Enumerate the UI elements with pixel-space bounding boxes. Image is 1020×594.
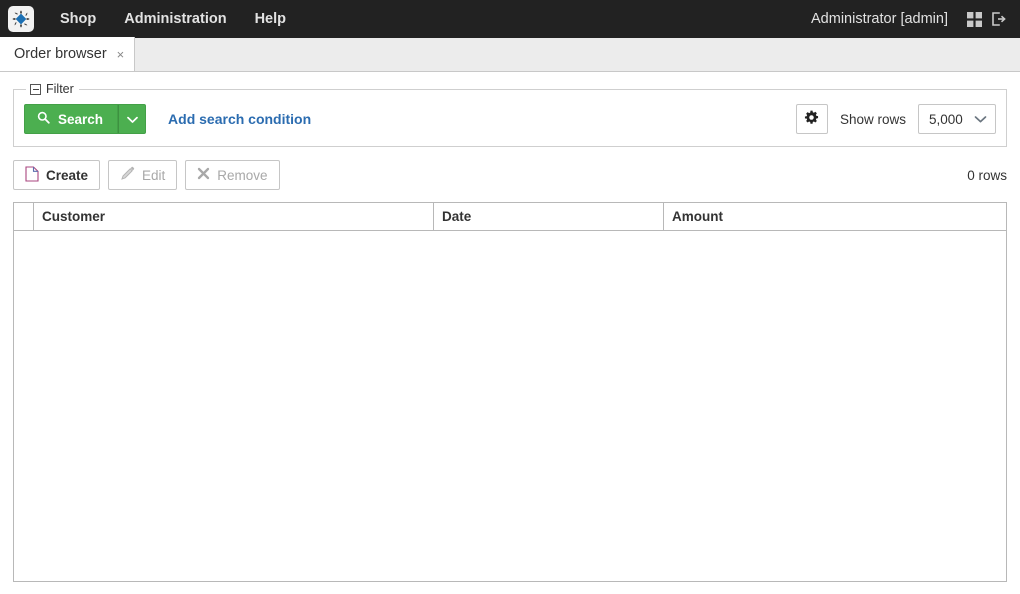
show-rows-select[interactable]: 5,000 <box>918 104 996 134</box>
search-button-label: Search <box>58 111 104 127</box>
current-user-label: Administrator [admin] <box>811 11 948 27</box>
app-logo-icon[interactable] <box>8 6 34 32</box>
tab-label: Order browser <box>14 46 107 62</box>
filter-right-controls: Show rows 5,000 <box>795 104 996 134</box>
chevron-down-icon <box>974 112 987 127</box>
orders-table: Customer Date Amount <box>13 202 1007 231</box>
edit-button[interactable]: Edit <box>108 160 178 190</box>
new-document-icon <box>25 165 39 185</box>
tab-bar: Order browser × <box>0 37 1020 72</box>
filter-legend-label: Filter <box>46 82 74 96</box>
filter-controls-row: Search Add search condition Show rows 5,… <box>24 102 996 136</box>
edit-button-label: Edit <box>142 167 166 183</box>
column-header-date[interactable]: Date <box>433 202 664 231</box>
search-button[interactable]: Search <box>24 104 119 134</box>
grid-apps-icon[interactable] <box>962 7 986 31</box>
remove-button[interactable]: Remove <box>185 160 280 190</box>
row-count-label: 0 rows <box>967 167 1007 183</box>
tab-order-browser[interactable]: Order browser × <box>0 37 136 71</box>
nav-link-shop[interactable]: Shop <box>46 0 110 38</box>
action-toolbar: Create Edit Remove 0 rows <box>0 147 1020 190</box>
gear-icon <box>804 110 819 128</box>
magnifier-icon <box>37 111 50 127</box>
filter-legend: Filter <box>26 82 79 96</box>
nav-link-administration[interactable]: Administration <box>110 0 240 38</box>
results-table-section: Customer Date Amount <box>0 190 1020 582</box>
pencil-icon <box>120 166 135 184</box>
navbar-right-section: Administrator [admin] <box>811 7 1010 31</box>
cross-icon <box>197 167 210 183</box>
main-menu: Shop Administration Help <box>46 0 300 38</box>
create-button-label: Create <box>46 167 89 183</box>
nav-link-help[interactable]: Help <box>241 0 300 38</box>
close-icon[interactable]: × <box>117 48 125 61</box>
table-header: Customer Date Amount <box>13 202 1007 231</box>
table-header-row: Customer Date Amount <box>13 202 1007 231</box>
show-rows-label: Show rows <box>839 111 906 127</box>
minus-box-icon[interactable] <box>30 83 41 95</box>
logout-icon[interactable] <box>986 7 1010 31</box>
remove-button-label: Remove <box>217 167 268 183</box>
column-header-customer[interactable]: Customer <box>33 202 434 231</box>
create-button[interactable]: Create <box>13 160 101 190</box>
table-body-empty <box>13 231 1007 582</box>
column-header-amount[interactable]: Amount <box>663 202 1007 231</box>
settings-button[interactable] <box>795 104 828 134</box>
chevron-down-icon <box>126 112 138 127</box>
filter-section: Filter Search Add search condition Show … <box>0 72 1020 147</box>
search-dropdown-button[interactable] <box>118 104 147 134</box>
column-header-select[interactable] <box>13 202 34 231</box>
show-rows-value: 5,000 <box>929 111 963 127</box>
add-search-condition-link[interactable]: Add search condition <box>168 111 311 127</box>
filter-fieldset: Filter Search Add search condition Show … <box>13 82 1007 147</box>
top-navbar: Shop Administration Help Administrator [… <box>0 0 1020 38</box>
